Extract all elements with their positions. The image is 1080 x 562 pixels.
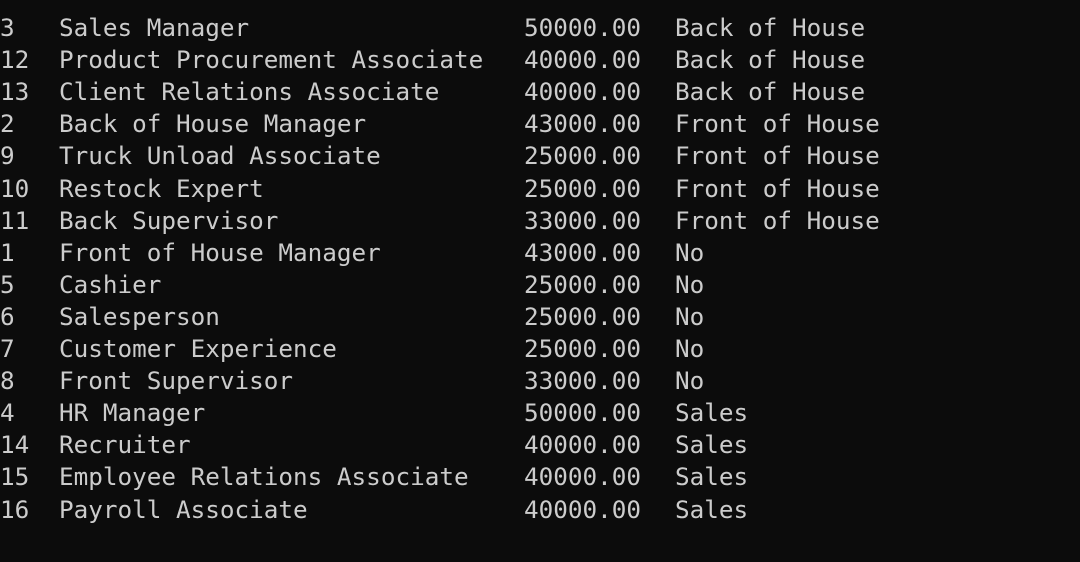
- query-result-table: -- ----------------------------- -------…: [0, 0, 880, 526]
- row-title: HR Manager: [59, 398, 206, 428]
- row-title: Payroll Associate: [59, 494, 308, 524]
- row-title: Front of House Manager: [59, 237, 381, 267]
- row-title: Restock Expert: [59, 173, 264, 203]
- row-id: 7: [0, 334, 15, 364]
- table-row: 6 Salesperson 25000.00 No: [0, 301, 704, 333]
- row-title: Back Supervisor: [59, 205, 279, 235]
- table-row: 11 Back Supervisor 33000.00 Front of House: [0, 205, 880, 237]
- row-id: 10: [0, 173, 30, 203]
- table-row: 4 HR Manager 50000.00 Sales: [0, 397, 748, 429]
- table-row: 1 Front of House Manager 43000.00 No: [0, 237, 704, 269]
- row-title: Customer Experience: [59, 334, 337, 364]
- terminal-window[interactable]: -- ----------------------------- -------…: [0, 0, 1080, 562]
- row-id: 6: [0, 301, 15, 331]
- row-salary: 25000.00: [524, 269, 642, 299]
- row-title: Cashier: [59, 269, 162, 299]
- row-salary: 43000.00: [524, 237, 642, 267]
- row-dept: Sales: [675, 398, 749, 428]
- row-title: Salesperson: [59, 301, 220, 331]
- row-salary: 40000.00: [524, 494, 642, 524]
- row-dept: Sales: [675, 430, 749, 460]
- row-dept: No: [675, 366, 705, 396]
- table-row: 13 Client Relations Associate 40000.00 Back…: [0, 76, 865, 108]
- row-title: Recruiter: [59, 430, 191, 460]
- row-salary: 25000.00: [524, 334, 642, 364]
- row-title: Front Supervisor: [59, 366, 294, 396]
- row-id: 11: [0, 205, 30, 235]
- table-row: 15 Employee Relations Associate 40000.00 Sa…: [0, 461, 748, 493]
- row-dept: No: [675, 269, 705, 299]
- row-salary: 25000.00: [524, 173, 642, 203]
- row-salary: 25000.00: [524, 141, 642, 171]
- row-salary: 40000.00: [524, 45, 642, 75]
- table-row: 5 Cashier 25000.00 No: [0, 269, 704, 301]
- table-row: 12 Product Procurement Associate 40000.00 B…: [0, 44, 865, 76]
- row-dept: Sales: [675, 494, 749, 524]
- table-row: 10 Restock Expert 25000.00 Front of House: [0, 173, 880, 205]
- row-salary: 33000.00: [524, 366, 642, 396]
- row-salary: 43000.00: [524, 109, 642, 139]
- table-row: 7 Customer Experience 25000.00 No: [0, 333, 704, 365]
- row-dept: Back of House: [675, 13, 866, 43]
- row-id: 3: [0, 13, 15, 43]
- table-row: 16 Payroll Associate 40000.00 Sales: [0, 494, 748, 526]
- row-id: 8: [0, 366, 15, 396]
- row-salary: 40000.00: [524, 462, 642, 492]
- row-id: 2: [0, 109, 15, 139]
- row-id: 15: [0, 462, 30, 492]
- separator-id: --: [0, 0, 29, 12]
- row-dept: Front of House: [675, 141, 880, 171]
- table-body: 3 Sales Manager 50000.00 Back of House 12 Pro…: [0, 12, 880, 526]
- row-id: 5: [0, 269, 15, 299]
- row-salary: 50000.00: [524, 398, 642, 428]
- separator-salary: --------: [524, 0, 641, 12]
- separator-name: -----------------------------: [59, 0, 483, 12]
- row-id: 4: [0, 398, 15, 428]
- row-salary: 40000.00: [524, 430, 642, 460]
- row-dept: Back of House: [675, 77, 866, 107]
- row-dept: Front of House: [675, 205, 880, 235]
- row-salary: 50000.00: [524, 13, 642, 43]
- row-dept: Front of House: [675, 173, 880, 203]
- row-id: 13: [0, 77, 30, 107]
- row-title: Back of House Manager: [59, 109, 367, 139]
- row-id: 1: [0, 237, 15, 267]
- row-dept: Front of House: [675, 109, 880, 139]
- row-id: 12: [0, 45, 30, 75]
- row-dept: Sales: [675, 462, 749, 492]
- row-salary: 40000.00: [524, 77, 642, 107]
- table-row: 14 Recruiter 40000.00 Sales: [0, 429, 748, 461]
- row-title: Product Procurement Associate: [59, 45, 484, 75]
- row-title: Truck Unload Associate: [59, 141, 381, 171]
- row-id: 14: [0, 430, 30, 460]
- row-id: 9: [0, 141, 15, 171]
- table-row: 3 Sales Manager 50000.00 Back of House: [0, 12, 865, 44]
- row-dept: No: [675, 334, 705, 364]
- table-row: 8 Front Supervisor 33000.00 No: [0, 365, 704, 397]
- row-salary: 25000.00: [524, 301, 642, 331]
- separator-dept: --------------: [675, 0, 880, 12]
- table-row: 9 Truck Unload Associate 25000.00 Front of …: [0, 140, 880, 172]
- row-dept: Back of House: [675, 45, 866, 75]
- row-salary: 33000.00: [524, 205, 642, 235]
- row-dept: No: [675, 301, 705, 331]
- row-title: Employee Relations Associate: [59, 462, 469, 492]
- row-title: Client Relations Associate: [59, 77, 440, 107]
- row-id: 16: [0, 494, 30, 524]
- table-separator-row: -- ----------------------------- -------…: [0, 0, 880, 12]
- table-row: 2 Back of House Manager 43000.00 Front of H…: [0, 108, 880, 140]
- row-title: Sales Manager: [59, 13, 250, 43]
- row-dept: No: [675, 237, 705, 267]
